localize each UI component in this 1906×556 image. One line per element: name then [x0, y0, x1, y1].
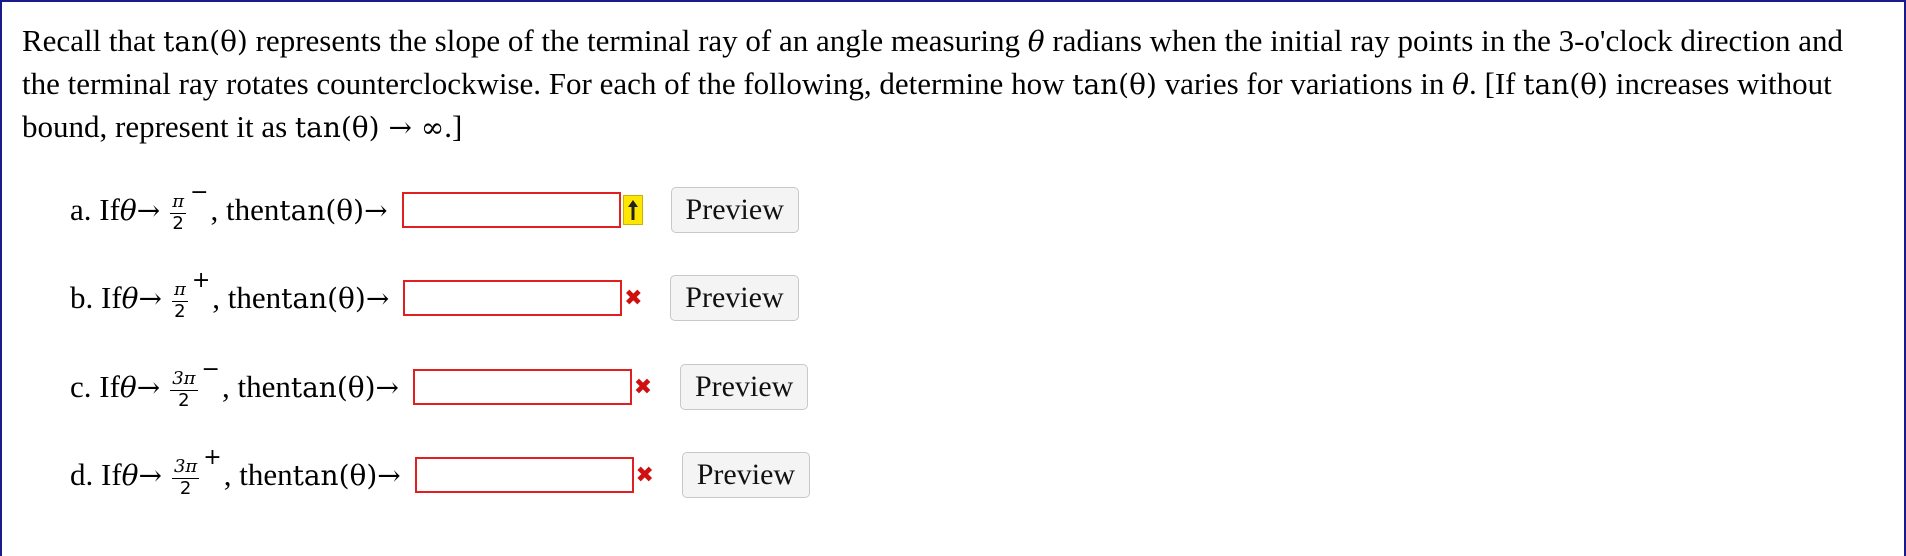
intro-text-4: varies for variations in	[1156, 66, 1453, 101]
x-icon: ✖	[635, 462, 654, 488]
preview-button-a[interactable]: Preview	[670, 187, 799, 233]
math-arrow: →	[136, 193, 161, 227]
row-then-text: , then	[223, 457, 293, 492]
math-theta: θ	[119, 370, 137, 404]
math-arrow: →	[138, 281, 162, 315]
fraction-numerator: π	[170, 190, 187, 214]
intro-text-1: Recall that	[22, 23, 164, 58]
math-fraction: 3π 2	[171, 455, 200, 499]
question-row-a: a. If θ → π2 − , then tan(θ) → Preview	[70, 180, 799, 240]
limit-direction-sign: +	[191, 267, 211, 293]
math-arrow: →	[364, 193, 388, 227]
math-arrow: →	[365, 281, 390, 315]
math-tan-theta: tan(θ)	[279, 193, 365, 227]
math-tan-theta: tan(θ)	[1072, 68, 1157, 101]
x-icon: ✖	[624, 285, 643, 311]
question-row-d: d. If θ → 3π 2 + , then tan(θ) → ✖ Previe…	[70, 444, 811, 505]
fraction-numerator: 3π	[170, 367, 198, 391]
math-theta: θ	[119, 193, 137, 227]
intro-text-5: . [If	[1469, 66, 1524, 101]
row-label: d. If	[70, 457, 122, 492]
answer-input-a[interactable]	[401, 192, 621, 228]
preview-button-c[interactable]: Preview	[680, 364, 809, 410]
math-arrow: →	[375, 370, 399, 404]
math-tan-theta: tan(θ)	[163, 25, 248, 58]
row-label: a. If	[70, 192, 120, 227]
fraction-numerator: π	[171, 278, 188, 302]
fraction-denominator: 2	[179, 477, 192, 499]
math-tan-theta: tan(θ)	[281, 281, 366, 315]
math-theta: θ	[121, 458, 139, 492]
fraction-denominator: 2	[172, 212, 184, 234]
limit-direction-sign: +	[203, 444, 222, 470]
fraction-denominator: 2	[174, 300, 186, 322]
math-tan-theta: tan(θ)	[290, 370, 376, 404]
limit-direction-sign: −	[201, 356, 220, 382]
row-then-text: , then	[210, 192, 280, 227]
math-tan-theta: tan(θ)	[294, 111, 380, 144]
row-label: b. If	[70, 280, 122, 315]
row-then-text: , then	[212, 280, 282, 315]
math-tan-theta: tan(θ)	[1523, 68, 1608, 101]
limit-direction-sign: −	[190, 179, 209, 205]
question-row-b: b. If θ → π2 + , then tan(θ) → ✖ Preview	[70, 268, 799, 328]
row-then-text: , then	[221, 369, 291, 404]
math-theta: θ	[1027, 25, 1045, 58]
math-arrow: →	[377, 458, 401, 492]
fraction-denominator: 2	[178, 389, 190, 411]
question-row-c: c. If θ → 3π 2 − , then tan(θ) → ✖ Previe…	[70, 356, 809, 417]
math-theta: θ	[121, 281, 139, 315]
fraction-numerator: 3π	[171, 455, 200, 479]
answer-input-b[interactable]	[403, 280, 623, 316]
math-theta: θ	[1452, 68, 1470, 101]
problem-statement: Recall that tan(θ) represents the slope …	[22, 20, 1882, 149]
math-arrow: →	[136, 370, 161, 404]
row-label: c. If	[70, 369, 120, 404]
math-tan-theta: tan(θ)	[292, 458, 378, 492]
math-fraction: 3π 2	[170, 367, 198, 411]
math-arrow-infinity: → ∞	[379, 111, 445, 144]
math-fraction: π2	[171, 278, 188, 322]
preview-button-b[interactable]: Preview	[670, 275, 799, 321]
intro-text-7: .]	[444, 109, 463, 144]
answer-input-c[interactable]	[413, 369, 632, 405]
math-arrow: →	[138, 458, 162, 492]
x-icon: ✖	[633, 374, 653, 400]
preview-button-d[interactable]: Preview	[681, 452, 811, 498]
answer-input-d[interactable]	[414, 457, 634, 493]
arrow-up-icon	[622, 195, 643, 225]
intro-text-2: represents the slope of the terminal ray…	[247, 23, 1028, 58]
math-fraction: π2	[170, 190, 187, 234]
